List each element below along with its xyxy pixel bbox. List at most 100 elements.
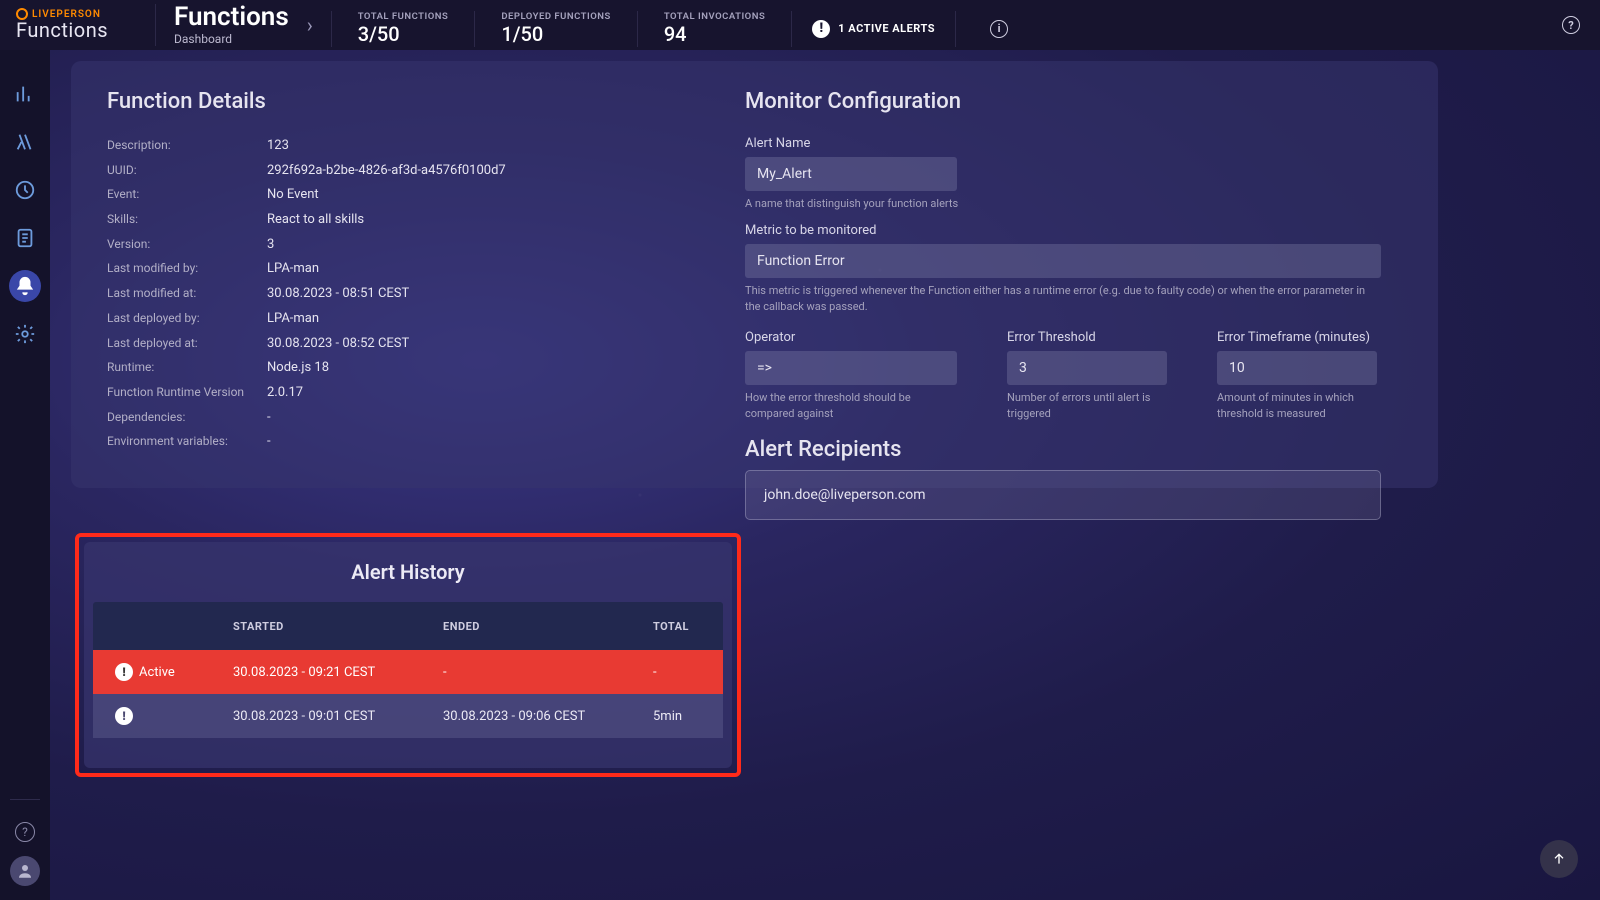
- table-row[interactable]: ! 30.08.2023 - 09:01 CEST 30.08.2023 - 0…: [93, 694, 723, 738]
- alert-name-input[interactable]: [745, 157, 957, 191]
- kv-label: Function Runtime Version: [107, 381, 267, 406]
- active-alerts-text: 1 ACTIVE ALERTS: [838, 22, 935, 35]
- user-avatar[interactable]: [10, 856, 40, 886]
- alert-history-table: STARTED ENDED TOTAL ! Active 30.08.2023 -…: [93, 602, 723, 738]
- sidebar-item-alerts[interactable]: [0, 262, 50, 310]
- row-status: Active: [139, 665, 175, 680]
- metric-helper: This metric is triggered whenever the Fu…: [745, 283, 1381, 314]
- timeframe-input[interactable]: [1217, 351, 1377, 385]
- kv-value: LPA-man: [267, 307, 319, 332]
- sidebar-item-settings[interactable]: [0, 310, 50, 358]
- threshold-input[interactable]: [1007, 351, 1167, 385]
- stat-total-invocations: TOTAL INVOCATIONS 94: [637, 11, 791, 47]
- operator-label: Operator: [745, 330, 957, 345]
- row-total: -: [653, 665, 723, 680]
- kv-value: Node.js 18: [267, 356, 329, 381]
- stat-deployed-functions: DEPLOYED FUNCTIONS 1/50: [474, 11, 636, 47]
- operator-input[interactable]: [745, 351, 957, 385]
- kv-label: Event:: [107, 183, 267, 208]
- bar-chart-icon: [14, 83, 36, 105]
- document-icon: [14, 227, 36, 249]
- active-alerts-button[interactable]: ! 1 ACTIVE ALERTS: [791, 11, 955, 47]
- kv-value: 30.08.2023 - 08:51 CEST: [267, 282, 409, 307]
- alert-icon: !: [812, 20, 830, 38]
- function-details-title: Function Details: [107, 89, 727, 114]
- kv-label: Environment variables:: [107, 430, 267, 455]
- alert-history-panel: Alert History STARTED ENDED TOTAL ! Activ…: [84, 542, 732, 768]
- monitor-config-title: Monitor Configuration: [745, 89, 1402, 114]
- kv-label: Skills:: [107, 208, 267, 233]
- kv-value: LPA-man: [267, 257, 319, 282]
- alert-name-label: Alert Name: [745, 136, 1402, 151]
- help-icon[interactable]: ?: [1562, 16, 1580, 34]
- table-row[interactable]: ! Active 30.08.2023 - 09:21 CEST - -: [93, 650, 723, 694]
- alert-icon: !: [115, 707, 133, 725]
- row-started: 30.08.2023 - 09:21 CEST: [233, 665, 443, 680]
- kv-value: React to all skills: [267, 208, 364, 233]
- stat-value: 3/50: [358, 22, 449, 46]
- col-total: TOTAL: [653, 620, 723, 633]
- row-total: 5min: [653, 709, 723, 724]
- recipients-title: Alert Recipients: [745, 437, 1402, 462]
- chevron-right-icon: ›: [307, 13, 313, 37]
- col-ended: ENDED: [443, 620, 653, 633]
- sidebar-item-analytics[interactable]: [0, 70, 50, 118]
- person-icon: [16, 862, 34, 880]
- recipients-value: john.doe@liveperson.com: [764, 487, 926, 503]
- kv-value: 3: [267, 233, 274, 258]
- timeframe-label: Error Timeframe (minutes): [1217, 330, 1377, 345]
- alert-icon: !: [115, 663, 133, 681]
- brand-bottom: Functions: [16, 18, 155, 42]
- row-ended: 30.08.2023 - 09:06 CEST: [443, 709, 653, 724]
- metric-label: Metric to be monitored: [745, 223, 1402, 238]
- kv-value: 123: [267, 134, 289, 159]
- kv-label: Description:: [107, 134, 267, 159]
- kv-label: Last modified by:: [107, 257, 267, 282]
- kv-value: -: [267, 430, 271, 455]
- sidebar-item-functions[interactable]: [0, 118, 50, 166]
- kv-label: Last deployed at:: [107, 332, 267, 357]
- breadcrumb[interactable]: Functions Dashboard ›: [155, 4, 331, 46]
- sidebar-help-icon[interactable]: ?: [15, 822, 35, 842]
- kv-label: Last modified at:: [107, 282, 267, 307]
- details-config-panel: Function Details Description:123 UUID:29…: [71, 61, 1438, 488]
- breadcrumb-subtitle: Dashboard: [174, 32, 289, 46]
- row-ended: -: [443, 665, 653, 680]
- row-started: 30.08.2023 - 09:01 CEST: [233, 709, 443, 724]
- recipients-input[interactable]: john.doe@liveperson.com: [745, 470, 1381, 520]
- bell-icon: [14, 275, 36, 297]
- arrow-up-icon: [1551, 851, 1567, 867]
- stat-label: DEPLOYED FUNCTIONS: [501, 11, 610, 22]
- alert-history-highlight: Alert History STARTED ENDED TOTAL ! Activ…: [75, 533, 741, 777]
- stat-total-functions: TOTAL FUNCTIONS 3/50: [331, 11, 475, 47]
- info-icon[interactable]: i: [990, 20, 1008, 38]
- threshold-helper: Number of errors until alert is triggere…: [1007, 390, 1157, 421]
- kv-value: No Event: [267, 183, 319, 208]
- kv-value: 30.08.2023 - 08:52 CEST: [267, 332, 409, 357]
- metric-input[interactable]: [745, 244, 1381, 278]
- kv-value: 2.0.17: [267, 381, 303, 406]
- threshold-label: Error Threshold: [1007, 330, 1167, 345]
- kv-label: Dependencies:: [107, 406, 267, 431]
- stat-label: TOTAL FUNCTIONS: [358, 11, 449, 22]
- alert-name-helper: A name that distinguish your function al…: [745, 196, 1402, 211]
- sidebar-item-logs[interactable]: [0, 214, 50, 262]
- breadcrumb-title: Functions: [174, 4, 289, 30]
- alert-history-title: Alert History: [92, 560, 724, 584]
- stat-value: 1/50: [501, 22, 610, 46]
- sidebar-divider: [10, 799, 40, 800]
- sidebar-item-schedule[interactable]: [0, 166, 50, 214]
- stat-label: TOTAL INVOCATIONS: [664, 11, 765, 22]
- kv-value: -: [267, 406, 271, 431]
- kv-value: 292f692a-b2be-4826-af3d-a4576f0100d7: [267, 159, 506, 184]
- operator-helper: How the error threshold should be compar…: [745, 390, 940, 421]
- table-header: STARTED ENDED TOTAL: [93, 602, 723, 650]
- kv-label: Version:: [107, 233, 267, 258]
- col-started: STARTED: [233, 620, 443, 633]
- sidebar: ?: [0, 50, 50, 900]
- brand-logo: LIVEPERSON Functions: [0, 8, 155, 42]
- kv-label: Runtime:: [107, 356, 267, 381]
- gear-icon: [14, 323, 36, 345]
- scroll-top-button[interactable]: [1540, 840, 1578, 878]
- timeframe-helper: Amount of minutes in which threshold is …: [1217, 390, 1367, 421]
